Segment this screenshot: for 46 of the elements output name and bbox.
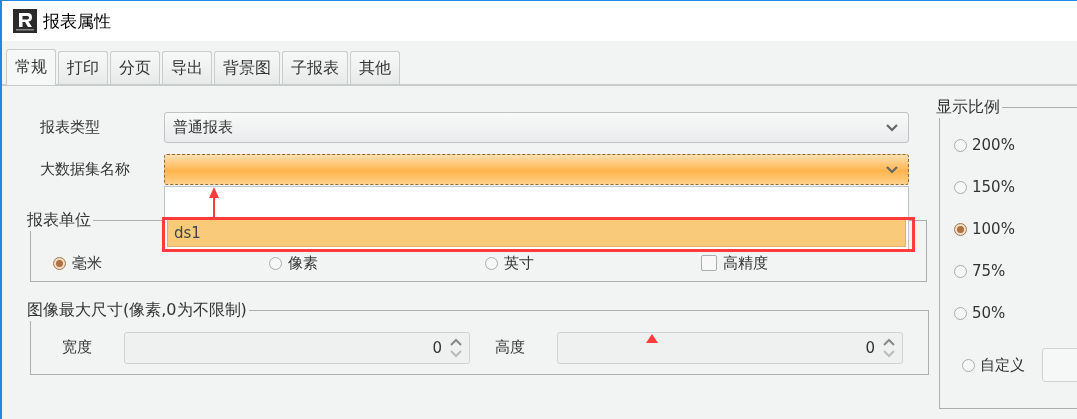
tab[interactable]: 常规 bbox=[6, 49, 56, 85]
tab[interactable]: 导出 bbox=[162, 51, 212, 84]
number-spinner[interactable]: 0 bbox=[124, 331, 470, 364]
radio-button[interactable] bbox=[954, 222, 967, 236]
option-label: 50% bbox=[972, 304, 1006, 322]
radio-button[interactable] bbox=[954, 306, 967, 320]
tab[interactable]: 背景图 bbox=[214, 51, 280, 84]
option-label: 150% bbox=[972, 178, 1015, 196]
checkbox[interactable] bbox=[701, 255, 717, 271]
radio-button[interactable] bbox=[954, 264, 967, 278]
radio-button[interactable] bbox=[485, 256, 498, 270]
field-label: 大数据集名称 bbox=[39, 160, 131, 179]
option-label: 高精度 bbox=[723, 253, 768, 273]
tab[interactable]: 打印 bbox=[58, 51, 108, 84]
group-title: 图像最大尺寸(像素,0为不限制) bbox=[25, 300, 249, 321]
chevron-down-icon bbox=[886, 123, 898, 132]
radio-button[interactable] bbox=[53, 256, 66, 270]
chevron-down-icon bbox=[886, 165, 898, 174]
option-label: 200% bbox=[972, 136, 1015, 154]
tab[interactable]: 子报表 bbox=[282, 51, 348, 84]
option-label: 英寸 bbox=[504, 253, 534, 273]
dropdown-field[interactable]: 普通报表 bbox=[164, 112, 909, 143]
tab[interactable]: 分页 bbox=[110, 51, 160, 84]
dropdown-item[interactable]: ds1 bbox=[167, 219, 906, 247]
triangle-marker-icon bbox=[646, 334, 658, 343]
tab[interactable]: 其他 bbox=[350, 51, 400, 84]
field-label: 宽度 bbox=[62, 338, 93, 357]
radio-button[interactable] bbox=[954, 138, 967, 152]
annotation-arrow bbox=[209, 187, 219, 217]
option-label: 毫米 bbox=[72, 253, 102, 273]
app-logo-icon bbox=[13, 9, 37, 33]
option-label: 自定义 bbox=[980, 355, 1025, 375]
option-label: 像素 bbox=[288, 253, 318, 273]
field-label: 报表类型 bbox=[39, 118, 101, 137]
dropdown-field[interactable] bbox=[164, 154, 909, 185]
radio-button[interactable] bbox=[962, 358, 975, 372]
group-title: 报表单位 bbox=[25, 210, 93, 231]
radio-button[interactable] bbox=[269, 256, 282, 270]
option-label: 75% bbox=[972, 262, 1006, 280]
radio-button[interactable] bbox=[954, 180, 967, 194]
group-title: 显示比例 bbox=[934, 97, 1002, 118]
window-title: 报表属性 bbox=[43, 9, 111, 33]
option-label: 100% bbox=[972, 220, 1015, 238]
field-label: 高度 bbox=[495, 338, 526, 357]
input-field[interactable] bbox=[1042, 348, 1077, 382]
number-spinner[interactable]: 0 bbox=[557, 331, 903, 364]
